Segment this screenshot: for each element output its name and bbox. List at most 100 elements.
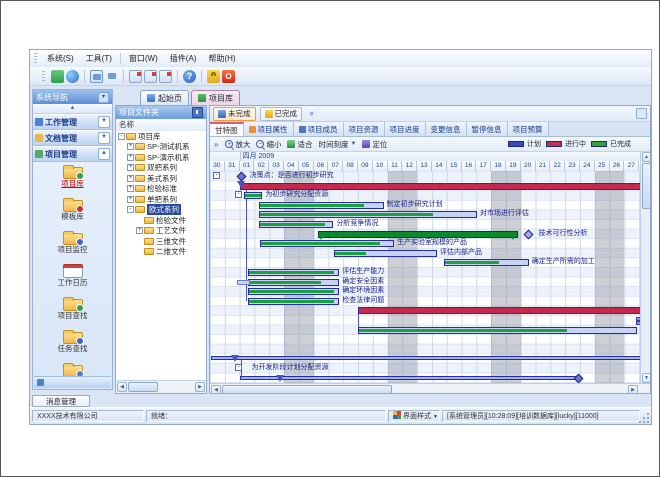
sidebar-group-1[interactable]: 文档管理▼	[33, 130, 112, 146]
tree-node-美式系列[interactable]: +美式系列	[116, 173, 206, 184]
sidebar-item-项目库[interactable]: 项目库	[33, 164, 112, 195]
chevron-down-icon[interactable]: ▼	[98, 132, 110, 144]
menu-item-2[interactable]: 窗口(W)	[123, 53, 164, 64]
folder-view-icon[interactable]	[105, 70, 118, 83]
expand-icon[interactable]: +	[127, 143, 134, 150]
filter-button-已完成[interactable]: 已完成	[260, 107, 303, 121]
gantt-task-bar[interactable]	[240, 183, 641, 190]
gantt-task-bar[interactable]	[358, 307, 641, 314]
gantt-task-bar[interactable]	[248, 269, 339, 276]
tree-node-项目库[interactable]: -项目库	[116, 131, 206, 142]
gantt-summary-bar[interactable]	[318, 231, 518, 238]
pin-icon[interactable]	[192, 107, 203, 118]
gantt-task-bar[interactable]	[358, 327, 637, 334]
lock-icon[interactable]	[207, 70, 220, 83]
milestone-diamond-icon[interactable]	[524, 229, 534, 239]
scroll-right-icon[interactable]: ▶	[628, 385, 638, 394]
interface-style-button[interactable]: 界面样式 ▼	[388, 410, 440, 422]
gantt-task-bar[interactable]	[259, 202, 384, 209]
chevron-up-icon[interactable]: ▲	[98, 148, 110, 160]
gantt-tab-甘特图[interactable]: 甘特图	[210, 122, 244, 136]
tree-node-检验文件[interactable]: 检验文件	[116, 215, 206, 226]
doc-tab-起始页[interactable]: 起始页	[140, 90, 189, 105]
menu-item-3[interactable]: 插件(A)	[164, 53, 203, 64]
tree-node-欧式系列[interactable]: -欧式系列	[116, 205, 206, 216]
gantt-tab-项目进度[interactable]: 项目进度	[385, 122, 426, 136]
gantt-task-bar[interactable]	[334, 250, 437, 257]
gantt-plan-bar[interactable]	[240, 376, 579, 380]
sidebar-item-任务查找[interactable]: 任务查找	[33, 329, 112, 360]
gantt-tab-项目成员[interactable]: 项目成员	[294, 122, 344, 136]
gantt-vscroll-thumb[interactable]	[642, 163, 651, 209]
help-icon[interactable]: ?	[183, 70, 196, 83]
sync-icon[interactable]	[51, 70, 64, 83]
tool-button-放大[interactable]: +放大	[222, 138, 253, 150]
gantt-tab-暂停信息[interactable]: 暂停信息	[467, 122, 508, 136]
report-time-icon[interactable]	[159, 70, 172, 83]
collapse-icon[interactable]: -	[127, 206, 134, 213]
sidebar-item-工作日历[interactable]: 工作日历	[33, 263, 112, 294]
doc-tab-项目库[interactable]: 项目库	[191, 90, 240, 105]
gantt-tab-项目资源[interactable]: 项目资源	[344, 122, 385, 136]
tree-node-SP-测试机系[interactable]: +SP-测试机系	[116, 142, 206, 153]
expand-icon[interactable]: +	[127, 164, 134, 171]
chevron-down-icon[interactable]: ▼	[98, 116, 110, 128]
menu-item-1[interactable]: 工具(T)	[80, 53, 118, 64]
sidebar-item-模板库[interactable]: 模板库	[33, 197, 112, 228]
gantt-task-bar[interactable]	[259, 221, 334, 228]
tool-button-适合[interactable]: 适合	[284, 138, 315, 150]
gantt-tab-变更信息[interactable]: 变更信息	[426, 122, 467, 136]
gantt-plan-bar[interactable]	[211, 356, 641, 360]
tree-scroll-thumb[interactable]	[128, 382, 158, 392]
message-management-tab[interactable]: 消息管理	[32, 395, 90, 407]
gantt-expander-icon[interactable]: -	[213, 172, 220, 179]
expand-icon[interactable]: +	[127, 154, 134, 161]
gantt-task-bar[interactable]	[444, 259, 529, 266]
tree-node-三维文件[interactable]: 三维文件	[116, 236, 206, 247]
tool-button-缩小[interactable]: −缩小	[253, 138, 284, 150]
collapse-icon[interactable]: -	[118, 133, 125, 140]
scroll-up-icon[interactable]: ▲	[642, 152, 651, 162]
sidebar-group-0[interactable]: 工作管理▼	[33, 114, 112, 130]
gantt-horizontal-scrollbar[interactable]: ◀ ▶	[210, 383, 650, 394]
gantt-tab-项目预算[interactable]: 项目预算	[508, 122, 549, 136]
tree-node-检验标准[interactable]: +检验标准	[116, 184, 206, 195]
sidebar-collapse-strip[interactable]: ▲	[33, 104, 112, 114]
gantt-task-bar[interactable]	[244, 192, 262, 199]
tree-node-SP-演示机系[interactable]: +SP-演示机系	[116, 152, 206, 163]
sidebar-item-项目查找[interactable]: 项目查找	[33, 296, 112, 327]
report-plan-icon[interactable]	[129, 70, 142, 83]
scroll-left-icon[interactable]: ◀	[211, 385, 221, 394]
expand-icon[interactable]: +	[136, 227, 143, 234]
gantt-expander-icon[interactable]: -	[235, 191, 242, 198]
tool-button-定位[interactable]: 定位	[359, 138, 390, 150]
gantt-task-bar[interactable]	[259, 211, 477, 218]
menu-item-0[interactable]: 系统(S)	[41, 53, 80, 64]
tree-node-工艺文件[interactable]: +工艺文件	[116, 226, 206, 237]
expand-icon[interactable]: +	[127, 175, 134, 182]
tree-node-二维文件[interactable]: 二维文件	[116, 247, 206, 258]
tree-node-单把系列[interactable]: +单把系列	[116, 194, 206, 205]
scroll-right-icon[interactable]: ▶	[195, 382, 205, 392]
sidebar-item-项目监控[interactable]: 项目监控	[33, 230, 112, 261]
tool-button-时间刻度[interactable]: 时间刻度▼	[315, 138, 359, 150]
toolbar-overflow-icon[interactable]: »	[214, 140, 218, 149]
gantt-task-bar[interactable]	[260, 240, 394, 247]
folder-open-icon[interactable]	[90, 70, 103, 83]
panel-pin-icon[interactable]	[636, 108, 647, 119]
globe-icon[interactable]	[66, 70, 79, 83]
scroll-left-icon[interactable]: ◀	[117, 382, 127, 392]
tree-node-双把系列[interactable]: +双把系列	[116, 163, 206, 174]
gantt-task-bar[interactable]	[248, 298, 339, 305]
power-icon[interactable]: O	[222, 70, 235, 83]
scroll-down-icon[interactable]: ▼	[642, 373, 651, 383]
expand-icon[interactable]: +	[127, 196, 134, 203]
filter-button-未完成[interactable]: 未完成	[213, 107, 256, 121]
resize-grip[interactable]	[647, 421, 649, 423]
gantt-expander-icon[interactable]: -	[235, 364, 242, 371]
menu-item-4[interactable]: 帮助(H)	[202, 53, 241, 64]
gantt-scroll-thumb[interactable]	[222, 385, 392, 394]
sidebar-group-2[interactable]: 项目管理▲	[33, 146, 112, 162]
gantt-task-bar[interactable]	[248, 288, 339, 295]
sidebar-collapsed-group[interactable]	[34, 376, 111, 388]
